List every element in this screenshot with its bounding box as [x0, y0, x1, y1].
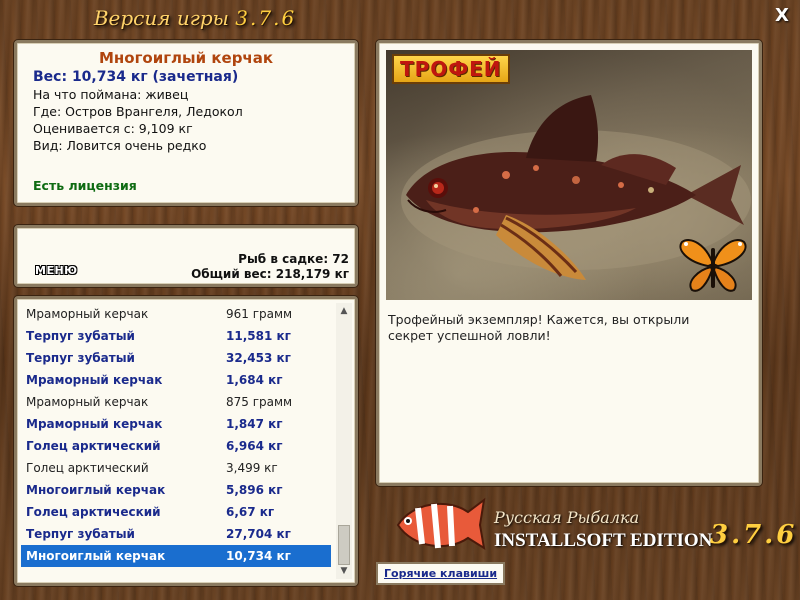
catch-list-item[interactable]: Мраморный керчак 875 грамм	[21, 391, 331, 413]
catch-item-weight: 1,847 кг	[226, 417, 283, 431]
catch-item-name: Голец арктический	[26, 439, 161, 453]
catch-list-item[interactable]: Голец арктический 6,67 кг	[21, 501, 331, 523]
catch-item-name: Голец арктический	[26, 505, 161, 519]
catch-item-weight: 5,896 кг	[226, 483, 283, 497]
trophy-caption: Трофейный экземпляр! Кажется, вы открыли…	[388, 312, 690, 343]
catch-item-weight: 961 грамм	[226, 307, 293, 321]
catch-item-name: Мраморный керчак	[26, 417, 163, 431]
close-button[interactable]: X	[772, 6, 792, 26]
catch-item-weight: 10,734 кг	[226, 549, 291, 563]
catch-list-scrollbar[interactable]: ▲ ▼	[336, 303, 352, 579]
menu-button[interactable]: МЕНЮ	[35, 264, 78, 277]
scroll-thumb[interactable]	[338, 525, 350, 565]
window-title-text: Версия игры	[93, 6, 229, 30]
catch-list-item[interactable]: Мраморный керчак 1,847 кг	[21, 413, 331, 435]
fish-photo: ТРОФЕЙ	[386, 50, 752, 300]
catch-item-name: Мраморный керчак	[26, 373, 163, 387]
catch-list-item[interactable]: Терпуг зубатый 27,704 кг	[21, 523, 331, 545]
catch-item-name: Мраморный керчак	[26, 395, 149, 409]
fish-bait: На что поймана: живец	[33, 87, 189, 102]
scroll-down-icon[interactable]: ▼	[336, 563, 352, 579]
catch-item-weight: 1,684 кг	[226, 373, 283, 387]
fish-name: Многоиглый керчак	[98, 49, 274, 67]
trophy-badge: ТРОФЕЙ	[392, 54, 510, 84]
license-status: Есть лицензия	[33, 178, 137, 193]
catch-list-item[interactable]: Многоиглый керчак 5,896 кг	[21, 479, 331, 501]
catch-item-name: Многоиглый керчак	[26, 549, 166, 563]
fish-in-net-count: Рыб в садке: 72	[238, 252, 349, 266]
game-brand: Русская Рыбалка INSTALLSOFT EDITION 3.7.…	[388, 490, 794, 560]
total-weight: Общий вес: 218,179 кг	[191, 267, 349, 281]
catch-list-item[interactable]: Терпуг зубатый 32,453 кг	[21, 347, 331, 369]
butterfly-icon	[679, 239, 747, 292]
catch-list-item[interactable]: Многоиглый керчак 10,734 кг	[21, 545, 331, 567]
hotkeys-link[interactable]: Горячие клавиши	[376, 562, 506, 585]
catch-counts: Рыб в садке: 72 Общий вес: 218,179 кг	[191, 252, 349, 282]
catch-item-name: Терпуг зубатый	[26, 527, 135, 541]
catch-list-item[interactable]: Мраморный керчак 1,684 кг	[21, 369, 331, 391]
catch-list-item[interactable]: Терпуг зубатый 11,581 кг	[21, 325, 331, 347]
catch-list: Мраморный керчак 961 грамм Терпуг зубатый 1…	[14, 296, 358, 586]
catch-list-item[interactable]: Мраморный керчак 961 грамм	[21, 303, 331, 325]
catch-item-weight: 875 грамм	[226, 395, 293, 409]
window-title: Версия игры 3.7.6	[0, 6, 390, 30]
catch-item-weight: 11,581 кг	[226, 329, 291, 343]
catch-item-weight: 6,964 кг	[226, 439, 283, 453]
catch-list-rows: Мраморный керчак 961 грамм Терпуг зубатый 1…	[21, 303, 331, 567]
fish-location: Где: Остров Врангеля, Ледокол	[33, 104, 243, 119]
catch-item-name: Терпуг зубатый	[26, 351, 135, 365]
catch-item-weight: 3,499 кг	[226, 461, 278, 475]
brand-fish-icon	[396, 497, 486, 551]
brand-edition: INSTALLSOFT EDITION	[494, 530, 713, 551]
catch-stats-panel: МЕНЮ Рыб в садке: 72 Общий вес: 218,179 …	[14, 225, 358, 287]
fish-valued-from: Оценивается с: 9,109 кг	[33, 121, 193, 136]
fish-info-panel: Многоиглый керчак Вес: 10,734 кг (зачетн…	[14, 40, 358, 206]
brand-title: Русская Рыбалка	[494, 508, 640, 527]
catch-item-weight: 6,67 кг	[226, 505, 275, 519]
catch-item-name: Голец арктический	[26, 461, 149, 475]
catch-item-weight: 27,704 кг	[226, 527, 291, 541]
scroll-up-icon[interactable]: ▲	[336, 303, 352, 319]
catch-list-item[interactable]: Голец арктический 6,964 кг	[21, 435, 331, 457]
catch-list-item[interactable]: Голец арктический 3,499 кг	[21, 457, 331, 479]
catch-item-name: Терпуг зубатый	[26, 329, 135, 343]
fish-weight: Вес: 10,734 кг (зачетная)	[33, 69, 239, 85]
catch-item-name: Мраморный керчак	[26, 307, 149, 321]
window-title-version: 3.7.6	[235, 6, 297, 30]
fish-photo-panel: ТРОФЕЙ Трофейный экземпляр! Кажется, вы …	[376, 40, 762, 486]
brand-version: 3.7.6	[710, 520, 798, 550]
catch-item-weight: 32,453 кг	[226, 351, 291, 365]
fish-rarity: Вид: Ловится очень редко	[33, 138, 207, 153]
catch-item-name: Многоиглый керчак	[26, 483, 166, 497]
